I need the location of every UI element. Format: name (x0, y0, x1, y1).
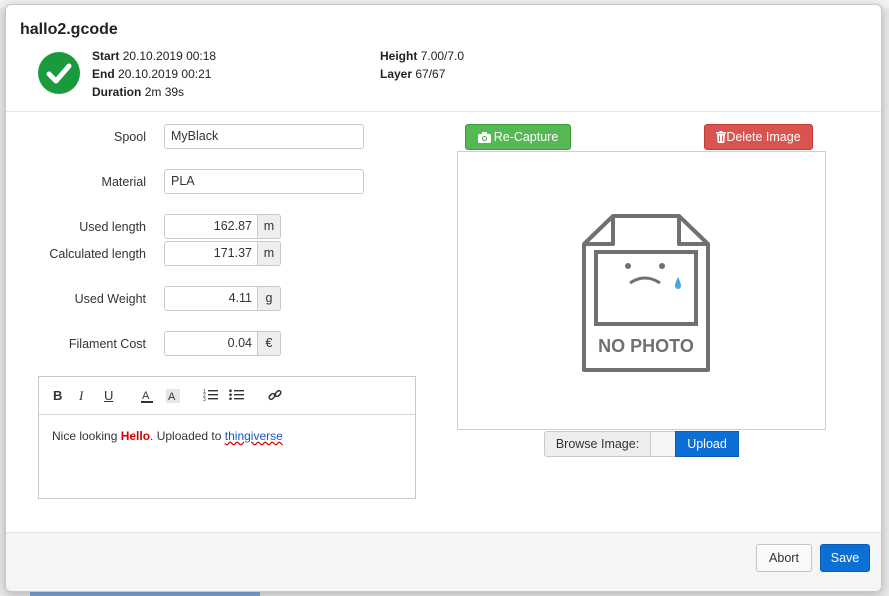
note-highlight: Hello (120, 429, 151, 443)
editor-content[interactable]: Nice looking Hello. Uploaded to thingive… (39, 415, 415, 457)
note-text: Nice looking (52, 429, 121, 443)
used-length-input[interactable]: 162.87 (164, 214, 257, 239)
trash-icon (716, 127, 727, 151)
link-icon[interactable] (268, 388, 282, 405)
start-value: 20.10.2019 00:18 (122, 49, 217, 63)
check-circle-icon (38, 52, 80, 94)
bold-icon[interactable]: B (53, 388, 62, 403)
filament-cost-label: Filament Cost (68, 337, 146, 351)
browse-image-button[interactable]: Browse Image: (544, 431, 651, 457)
layer-value: 67/67 (415, 67, 446, 81)
highlight-icon[interactable]: A (166, 388, 180, 407)
spool-label: Spool (114, 130, 146, 144)
dialog-header: hallo2.gcode Start 20.10.2019 00:18 End … (6, 5, 881, 112)
photo-preview: NO PHOTO (457, 151, 826, 430)
calc-length-unit: m (257, 241, 281, 266)
height-value: 7.00/7.0 (420, 49, 465, 63)
height-label: Height (380, 49, 418, 63)
editor-toolbar: B I U A A 123 (39, 377, 415, 415)
duration-value: 2m 39s (144, 85, 185, 99)
recapture-button[interactable]: Re-Capture (465, 124, 571, 150)
spool-input[interactable]: MyBlack (164, 124, 364, 149)
underline-icon[interactable]: U (104, 388, 113, 403)
used-weight-input[interactable]: 4.11 (164, 286, 257, 311)
layer-label: Layer (380, 67, 413, 81)
svg-text:3: 3 (203, 397, 206, 402)
browse-image-group: Browse Image: Upload (544, 431, 739, 457)
dialog-footer (6, 532, 881, 591)
used-length-group: 162.87 m (164, 214, 281, 239)
font-color-icon[interactable]: A (140, 388, 154, 407)
end-label: End (92, 67, 115, 81)
job-times: Start 20.10.2019 00:18 End 20.10.2019 00… (92, 47, 216, 101)
delete-image-label: Delete Image (726, 130, 801, 144)
svg-text:A: A (142, 390, 150, 402)
ordered-list-icon[interactable]: 123 (203, 388, 218, 405)
start-label: Start (92, 49, 120, 63)
used-weight-group: 4.11 g (164, 286, 281, 311)
svg-text:A: A (168, 391, 176, 403)
camera-icon (477, 127, 491, 151)
filament-cost-unit: € (257, 331, 281, 356)
no-photo-text: NO PHOTO (598, 336, 694, 356)
calc-length-group: 171.37 m (164, 241, 281, 266)
calc-length-label: Calculated length (49, 247, 146, 261)
print-job-dialog: hallo2.gcode Start 20.10.2019 00:18 End … (5, 4, 882, 592)
save-button[interactable]: Save (820, 544, 870, 572)
note-editor: B I U A A 123 Nice looking Hello. Upload… (38, 376, 416, 499)
dialog-title: hallo2.gcode (20, 21, 118, 38)
material-input[interactable]: PLA (164, 169, 364, 194)
recapture-label: Re-Capture (493, 130, 559, 144)
used-length-label: Used length (79, 220, 146, 234)
used-length-unit: m (257, 214, 281, 239)
italic-icon[interactable]: I (79, 388, 83, 404)
filament-cost-input[interactable]: 0.04 (164, 331, 257, 356)
job-progress: Height 7.00/7.0 Layer 67/67 (380, 47, 464, 83)
no-photo-icon: NO PHOTO (582, 214, 710, 372)
upload-button[interactable]: Upload (675, 431, 739, 457)
note-text-middle: . Uploaded to (150, 429, 225, 443)
duration-label: Duration (92, 85, 142, 99)
end-value: 20.10.2019 00:21 (118, 67, 212, 81)
material-label: Material (101, 175, 146, 189)
filament-cost-group: 0.04 € (164, 331, 281, 356)
browse-file-field[interactable] (651, 431, 675, 457)
note-link[interactable]: thingiverse (225, 429, 283, 443)
bullet-list-icon[interactable] (229, 388, 244, 405)
delete-image-button[interactable]: Delete Image (704, 124, 813, 150)
abort-button[interactable]: Abort (756, 544, 812, 572)
used-weight-unit: g (257, 286, 281, 311)
calc-length-input[interactable]: 171.37 (164, 241, 257, 266)
used-weight-label: Used Weight (74, 292, 146, 306)
